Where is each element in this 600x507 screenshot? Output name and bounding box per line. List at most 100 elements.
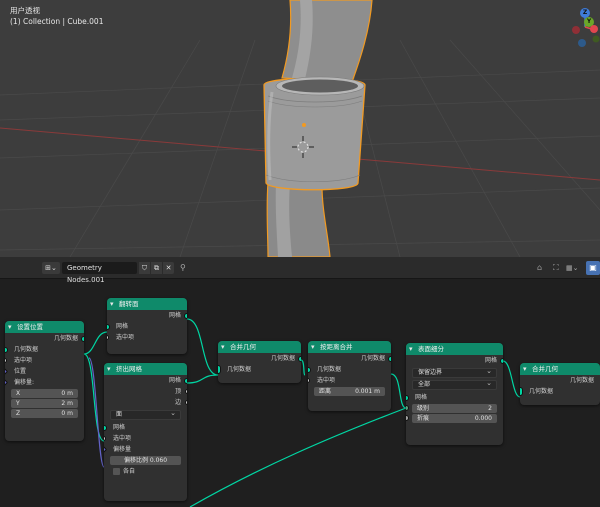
- socket-in-geometry[interactable]: 几何数据: [308, 364, 391, 375]
- node-title: 挤出网格: [104, 363, 187, 375]
- socket-label: 几何数据: [270, 355, 295, 362]
- geometry-socket-icon[interactable]: [298, 355, 301, 362]
- boundary-smooth-dropdown[interactable]: 保留边界: [412, 367, 497, 378]
- socket-out-geometry[interactable]: 几何数据: [5, 333, 84, 344]
- socket-in-offset[interactable]: 偏移量:: [5, 377, 84, 388]
- socket-out-geometry[interactable]: 几何数据: [308, 353, 391, 364]
- socket-in-selection[interactable]: 选中项: [308, 375, 391, 386]
- axis-value: 0 m: [61, 390, 73, 397]
- socket-out-mesh[interactable]: 网格: [406, 355, 503, 366]
- geometry-socket-icon[interactable]: [104, 424, 107, 431]
- vector-socket-icon[interactable]: [5, 378, 9, 387]
- node-join-geometry-2[interactable]: 合并几何 几何数据 几何数据: [520, 363, 600, 405]
- socket-out-geometry[interactable]: 几何数据: [218, 353, 301, 364]
- socket-out-mesh[interactable]: 网格: [104, 375, 187, 386]
- socket-label: 选中项: [116, 334, 135, 341]
- boolean-socket-icon[interactable]: [308, 378, 310, 383]
- field-label: 距离: [319, 388, 332, 395]
- vector-socket-icon[interactable]: [5, 367, 9, 376]
- geometry-socket-icon[interactable]: [500, 357, 503, 364]
- offset-z-field[interactable]: Z 0 m: [11, 409, 78, 418]
- axis-label: Y: [16, 400, 20, 407]
- field-label: 偏移比例: [123, 457, 148, 464]
- socket-in-geometry[interactable]: 几何数据: [5, 344, 84, 355]
- geometry-socket-icon[interactable]: [184, 377, 187, 384]
- socket-label: 几何数据: [14, 346, 39, 353]
- socket-label: 选中项: [113, 435, 132, 442]
- field-value: 0.001 m: [355, 388, 380, 395]
- node-flip-faces[interactable]: 翻转面 网格 网格 选中项: [107, 298, 187, 354]
- geometry-socket-icon[interactable]: [406, 394, 409, 401]
- offset-scale-field[interactable]: 偏移比例 0.060: [110, 456, 181, 465]
- geometry-socket-icon[interactable]: [184, 312, 187, 319]
- 3d-viewport[interactable]: 用户透视 (1) Collection | Cube.001 Z Y: [0, 0, 600, 257]
- node-subdivision-surface[interactable]: 表面细分 网格 保留边界 全部 网格 级别 2 折痕 0.000: [406, 343, 503, 445]
- socket-in-mesh[interactable]: 网格: [107, 321, 187, 332]
- level-field[interactable]: 级别 2: [406, 404, 497, 413]
- navigation-gizmo[interactable]: Z Y: [560, 0, 600, 60]
- socket-in-geometry[interactable]: 几何数据: [520, 386, 600, 397]
- socket-out-top[interactable]: 顶: [104, 386, 187, 397]
- node-title: 合并几何: [520, 363, 600, 375]
- socket-in-selection[interactable]: 选中项: [107, 332, 187, 343]
- axis-value: 2 m: [61, 400, 73, 407]
- offset-x-field[interactable]: X 0 m: [11, 389, 78, 398]
- geometry-socket-icon[interactable]: [81, 335, 84, 342]
- axis-value: 0 m: [61, 410, 73, 417]
- boolean-socket-icon[interactable]: [107, 335, 109, 340]
- geometry-socket-icon[interactable]: [5, 346, 8, 353]
- extrude-mode-dropdown[interactable]: 面: [110, 409, 181, 420]
- socket-in-selection[interactable]: 选中项: [5, 355, 84, 366]
- geometry-socket-icon[interactable]: [520, 387, 523, 396]
- boolean-socket-icon[interactable]: [5, 358, 7, 363]
- geometry-socket-icon[interactable]: [308, 366, 311, 373]
- socket-out-mesh[interactable]: 网格: [107, 310, 187, 321]
- individual-checkbox-row[interactable]: 各自: [104, 466, 187, 477]
- integer-socket-icon[interactable]: [406, 405, 409, 411]
- boolean-socket-icon[interactable]: [185, 389, 187, 394]
- boolean-socket-icon[interactable]: [185, 400, 187, 405]
- field-label: 级别: [417, 405, 430, 412]
- crease-field[interactable]: 折痕 0.000: [406, 414, 497, 423]
- socket-in-mesh[interactable]: 网格: [104, 422, 187, 433]
- node-join-geometry-1[interactable]: 合并几何 几何数据 几何数据: [218, 341, 301, 383]
- node-merge-by-distance[interactable]: 按距离合并 几何数据 几何数据 选中项 距离 0.001 m: [308, 341, 391, 411]
- socket-in-selection[interactable]: 选中项: [104, 433, 187, 444]
- socket-label: 几何数据: [317, 366, 342, 373]
- field-label: 折痕: [417, 415, 430, 422]
- socket-label: 偏移量: [113, 446, 132, 453]
- socket-label: 偏移量:: [14, 379, 35, 386]
- offset-y-field[interactable]: Y 2 m: [11, 399, 78, 408]
- viewport-scene: [0, 0, 600, 257]
- vector-socket-icon[interactable]: [104, 445, 108, 454]
- node-title: 按距离合并: [308, 341, 391, 353]
- node-editor[interactable]: ⊞⌄ Geometry Nodes.001 ⛉ ⧉ ✕ ⚲ ⌂ ⛶ ▦⌄ ▣ 设…: [0, 257, 600, 507]
- socket-in-mesh[interactable]: 网格: [406, 392, 503, 403]
- socket-label: 边: [174, 399, 181, 406]
- field-value: 2: [488, 405, 492, 412]
- socket-in-position[interactable]: 位置: [5, 366, 84, 377]
- socket-out-geometry[interactable]: 几何数据: [520, 375, 600, 386]
- node-set-position[interactable]: 设置位置 几何数据 几何数据 选中项 位置 偏移量: X 0 m Y 2 m Z 0 …: [5, 321, 84, 441]
- field-value: 0.060: [149, 457, 168, 464]
- node-title: 表面细分: [406, 343, 503, 355]
- gizmo-x-axis[interactable]: [590, 25, 598, 33]
- socket-label: 选中项: [14, 357, 33, 364]
- distance-field[interactable]: 距离 0.001 m: [314, 387, 385, 396]
- float-socket-icon[interactable]: [406, 415, 409, 421]
- socket-in-geometry[interactable]: 几何数据: [218, 364, 301, 375]
- socket-label: 顶: [174, 388, 181, 395]
- uv-smooth-dropdown[interactable]: 全部: [412, 379, 497, 390]
- node-title: 翻转面: [107, 298, 187, 310]
- socket-out-side[interactable]: 边: [104, 397, 187, 408]
- socket-in-offset[interactable]: 偏移量: [104, 444, 187, 455]
- boolean-socket-icon[interactable]: [104, 436, 106, 441]
- geometry-socket-icon[interactable]: [388, 355, 391, 362]
- node-extrude-mesh[interactable]: 挤出网格 网格 顶 边 面 网格 选中项 偏移量 偏移比例 0.060 各自: [104, 363, 187, 501]
- geometry-socket-icon[interactable]: [107, 323, 110, 330]
- geometry-socket-icon[interactable]: [218, 365, 221, 374]
- individual-checkbox[interactable]: [113, 468, 120, 475]
- socket-label: 网格: [415, 394, 428, 401]
- socket-label: 几何数据: [569, 377, 594, 384]
- socket-label: 网格: [116, 323, 129, 330]
